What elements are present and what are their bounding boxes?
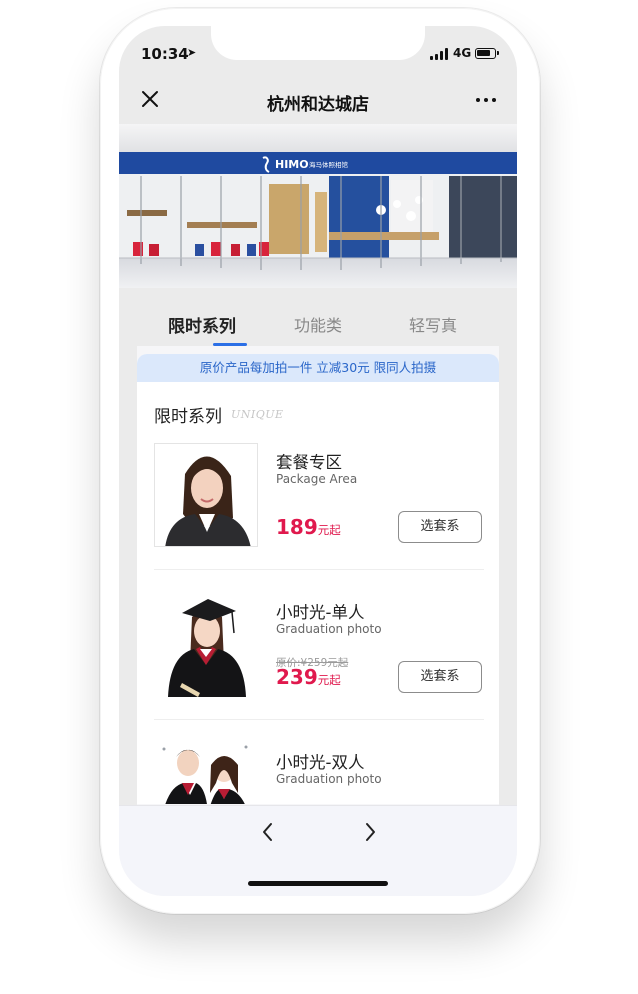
tab-light-portrait[interactable]: 轻写真 [383,312,483,336]
section-subtitle: UNIQUE [231,408,284,421]
chevron-left-icon[interactable] [258,821,278,843]
portrait-image [155,444,257,546]
active-tab-indicator [213,343,247,346]
promo-banner: 原价产品每加拍一件 立减30元 限同人拍摄 [137,354,499,382]
list-item[interactable]: 小时光-单人 Graduation photo 原价:¥259元起 239元起 … [154,593,484,743]
more-icon[interactable] [475,90,497,110]
item-price: 239元起 [276,665,341,689]
price-unit: 元起 [317,523,341,537]
divider [154,719,484,720]
item-name: 套餐专区 [276,453,342,472]
price-value: 189 [276,515,318,539]
store-photo: HIMO 海马体照相馆 [119,124,517,288]
price-unit: 元起 [317,673,341,687]
item-thumbnail [154,443,258,547]
phone-screen: 10:34 ➤ 4G 杭州和达城店 HIMO 海马体照相馆 限时系列 功能类 轻… [119,26,517,896]
signal-bars-icon [430,48,450,60]
battery-icon [475,48,499,59]
content-side-left [119,346,137,806]
nav-bar: 杭州和达城店 [119,80,517,124]
notch [211,26,425,60]
tab-limited-series[interactable]: 限时系列 [152,312,252,337]
item-name: 小时光-双人 [276,753,365,772]
price-value: 239 [276,665,318,689]
page-title: 杭州和达城店 [267,95,369,115]
browser-toolbar [119,805,517,896]
content-side-right [499,346,517,806]
chevron-right-icon[interactable] [360,821,380,843]
item-price: 189元起 [276,515,341,539]
item-name-en: Package Area [276,472,358,486]
banner-brand-cn: 海马体照相馆 [309,160,349,169]
tab-functional[interactable]: 功能类 [268,312,368,336]
item-name-en: Graduation photo [276,622,382,636]
status-bar: 10:34 ➤ 4G [119,26,517,80]
select-package-button[interactable]: 选套系 [398,511,482,543]
product-list: 原价产品每加拍一件 立减30元 限同人拍摄 限时系列 UNIQUE 套餐专区 P… [137,354,499,804]
graduation-couple-image [154,743,258,804]
home-indicator[interactable] [248,881,388,886]
graduation-portrait-image [154,593,258,697]
item-name-en: Graduation photo [276,772,382,786]
banner-brand: HIMO [275,158,309,171]
location-arrow-icon: ➤ [187,46,197,59]
list-item[interactable]: 小时光-双人 Graduation photo [154,743,484,804]
item-thumbnail [154,743,258,804]
select-package-button[interactable]: 选套系 [398,661,482,693]
item-thumbnail [154,593,258,697]
item-name: 小时光-单人 [276,603,365,622]
network-type: 4G [453,46,472,60]
list-item[interactable]: 套餐专区 Package Area 189元起 选套系 [154,443,484,593]
section-title: 限时系列 [154,407,222,427]
store-banner: HIMO 海马体照相馆 [119,124,517,288]
status-time: 10:34 [141,45,189,63]
category-tabs: 限时系列 功能类 轻写真 [119,288,517,346]
divider [154,569,484,570]
